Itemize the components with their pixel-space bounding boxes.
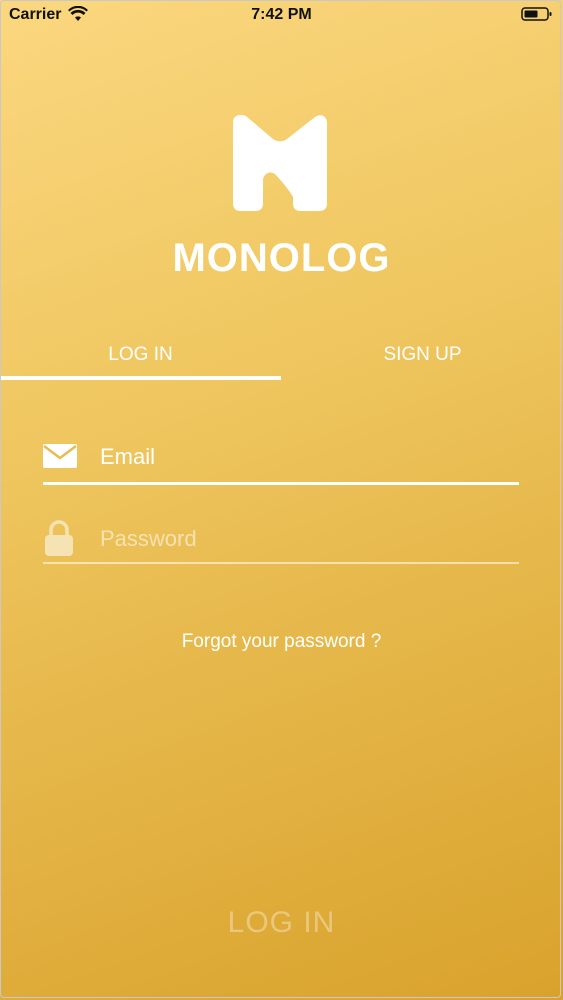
clock: 7:42 PM [251,6,312,23]
email-field [43,432,519,485]
password-field [43,514,519,564]
active-tab-indicator [0,376,281,380]
password-input[interactable] [98,520,517,558]
tab-log-in[interactable]: LOG IN [0,344,281,366]
mail-icon [43,444,77,468]
brand-name: MONOLOG [172,236,391,280]
email-input[interactable] [98,438,517,476]
forgot-password-link[interactable]: Forgot your password ? [0,631,563,653]
monolog-logo-icon [233,115,327,211]
lock-icon [45,520,73,556]
battery-icon [521,7,552,21]
login-button[interactable]: LOG IN [0,906,563,940]
tab-sign-up[interactable]: SIGN UP [282,344,563,366]
status-bar: Carrier 7:42 PM [0,0,563,30]
